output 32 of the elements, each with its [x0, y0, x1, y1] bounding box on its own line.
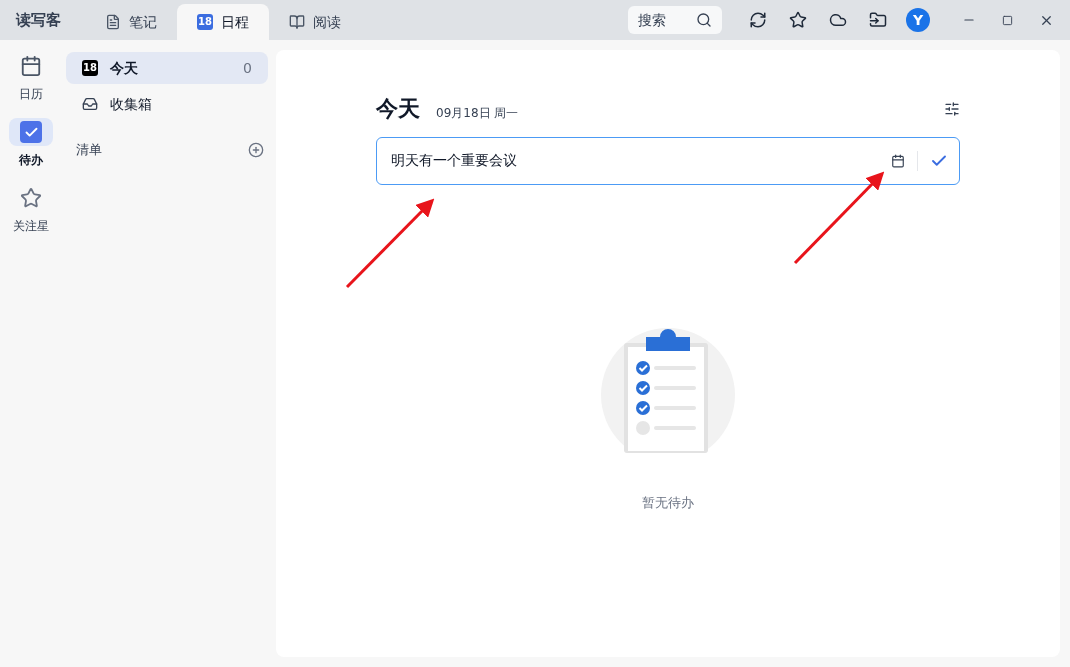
- empty-text: 暂无待办: [642, 494, 694, 512]
- list-item[interactable]: 收集箱: [66, 88, 268, 120]
- star-icon: [20, 187, 42, 209]
- calendar-icon: [20, 55, 42, 77]
- add-icon[interactable]: [248, 141, 264, 158]
- folder-arrow-icon[interactable]: [869, 11, 887, 29]
- tab[interactable]: 阅读: [269, 4, 361, 40]
- page-title: 今天: [376, 95, 420, 123]
- maximize-icon[interactable]: [1002, 14, 1013, 26]
- date-badge: 18: [197, 14, 213, 30]
- search-icon: [696, 12, 712, 28]
- list-item[interactable]: 18 今天 0: [66, 52, 268, 84]
- section-label: 清单: [76, 141, 102, 159]
- note-icon: [105, 14, 121, 30]
- search-field[interactable]: 搜索: [628, 6, 722, 34]
- date-badge: 18: [82, 60, 98, 76]
- task-input[interactable]: 明天有一个重要会议: [376, 137, 960, 185]
- date-text: 09月18日 周一: [436, 105, 519, 121]
- rail-item[interactable]: 日历: [9, 52, 53, 102]
- star-note-icon[interactable]: [789, 11, 807, 29]
- settings-icon[interactable]: [944, 101, 960, 117]
- cloud-icon[interactable]: [829, 11, 847, 29]
- sync-icon[interactable]: [749, 11, 767, 29]
- clipboard-check-icon: [20, 121, 42, 143]
- avatar[interactable]: Y: [906, 8, 930, 32]
- tab[interactable]: 18 日程: [177, 4, 269, 40]
- app-name: 读写客: [16, 9, 61, 31]
- rail-item[interactable]: 关注星: [9, 184, 53, 234]
- inbox-icon: [82, 96, 98, 112]
- tab[interactable]: 笔记: [85, 4, 177, 40]
- book-icon: [289, 14, 305, 30]
- calendar-icon[interactable]: [891, 154, 905, 168]
